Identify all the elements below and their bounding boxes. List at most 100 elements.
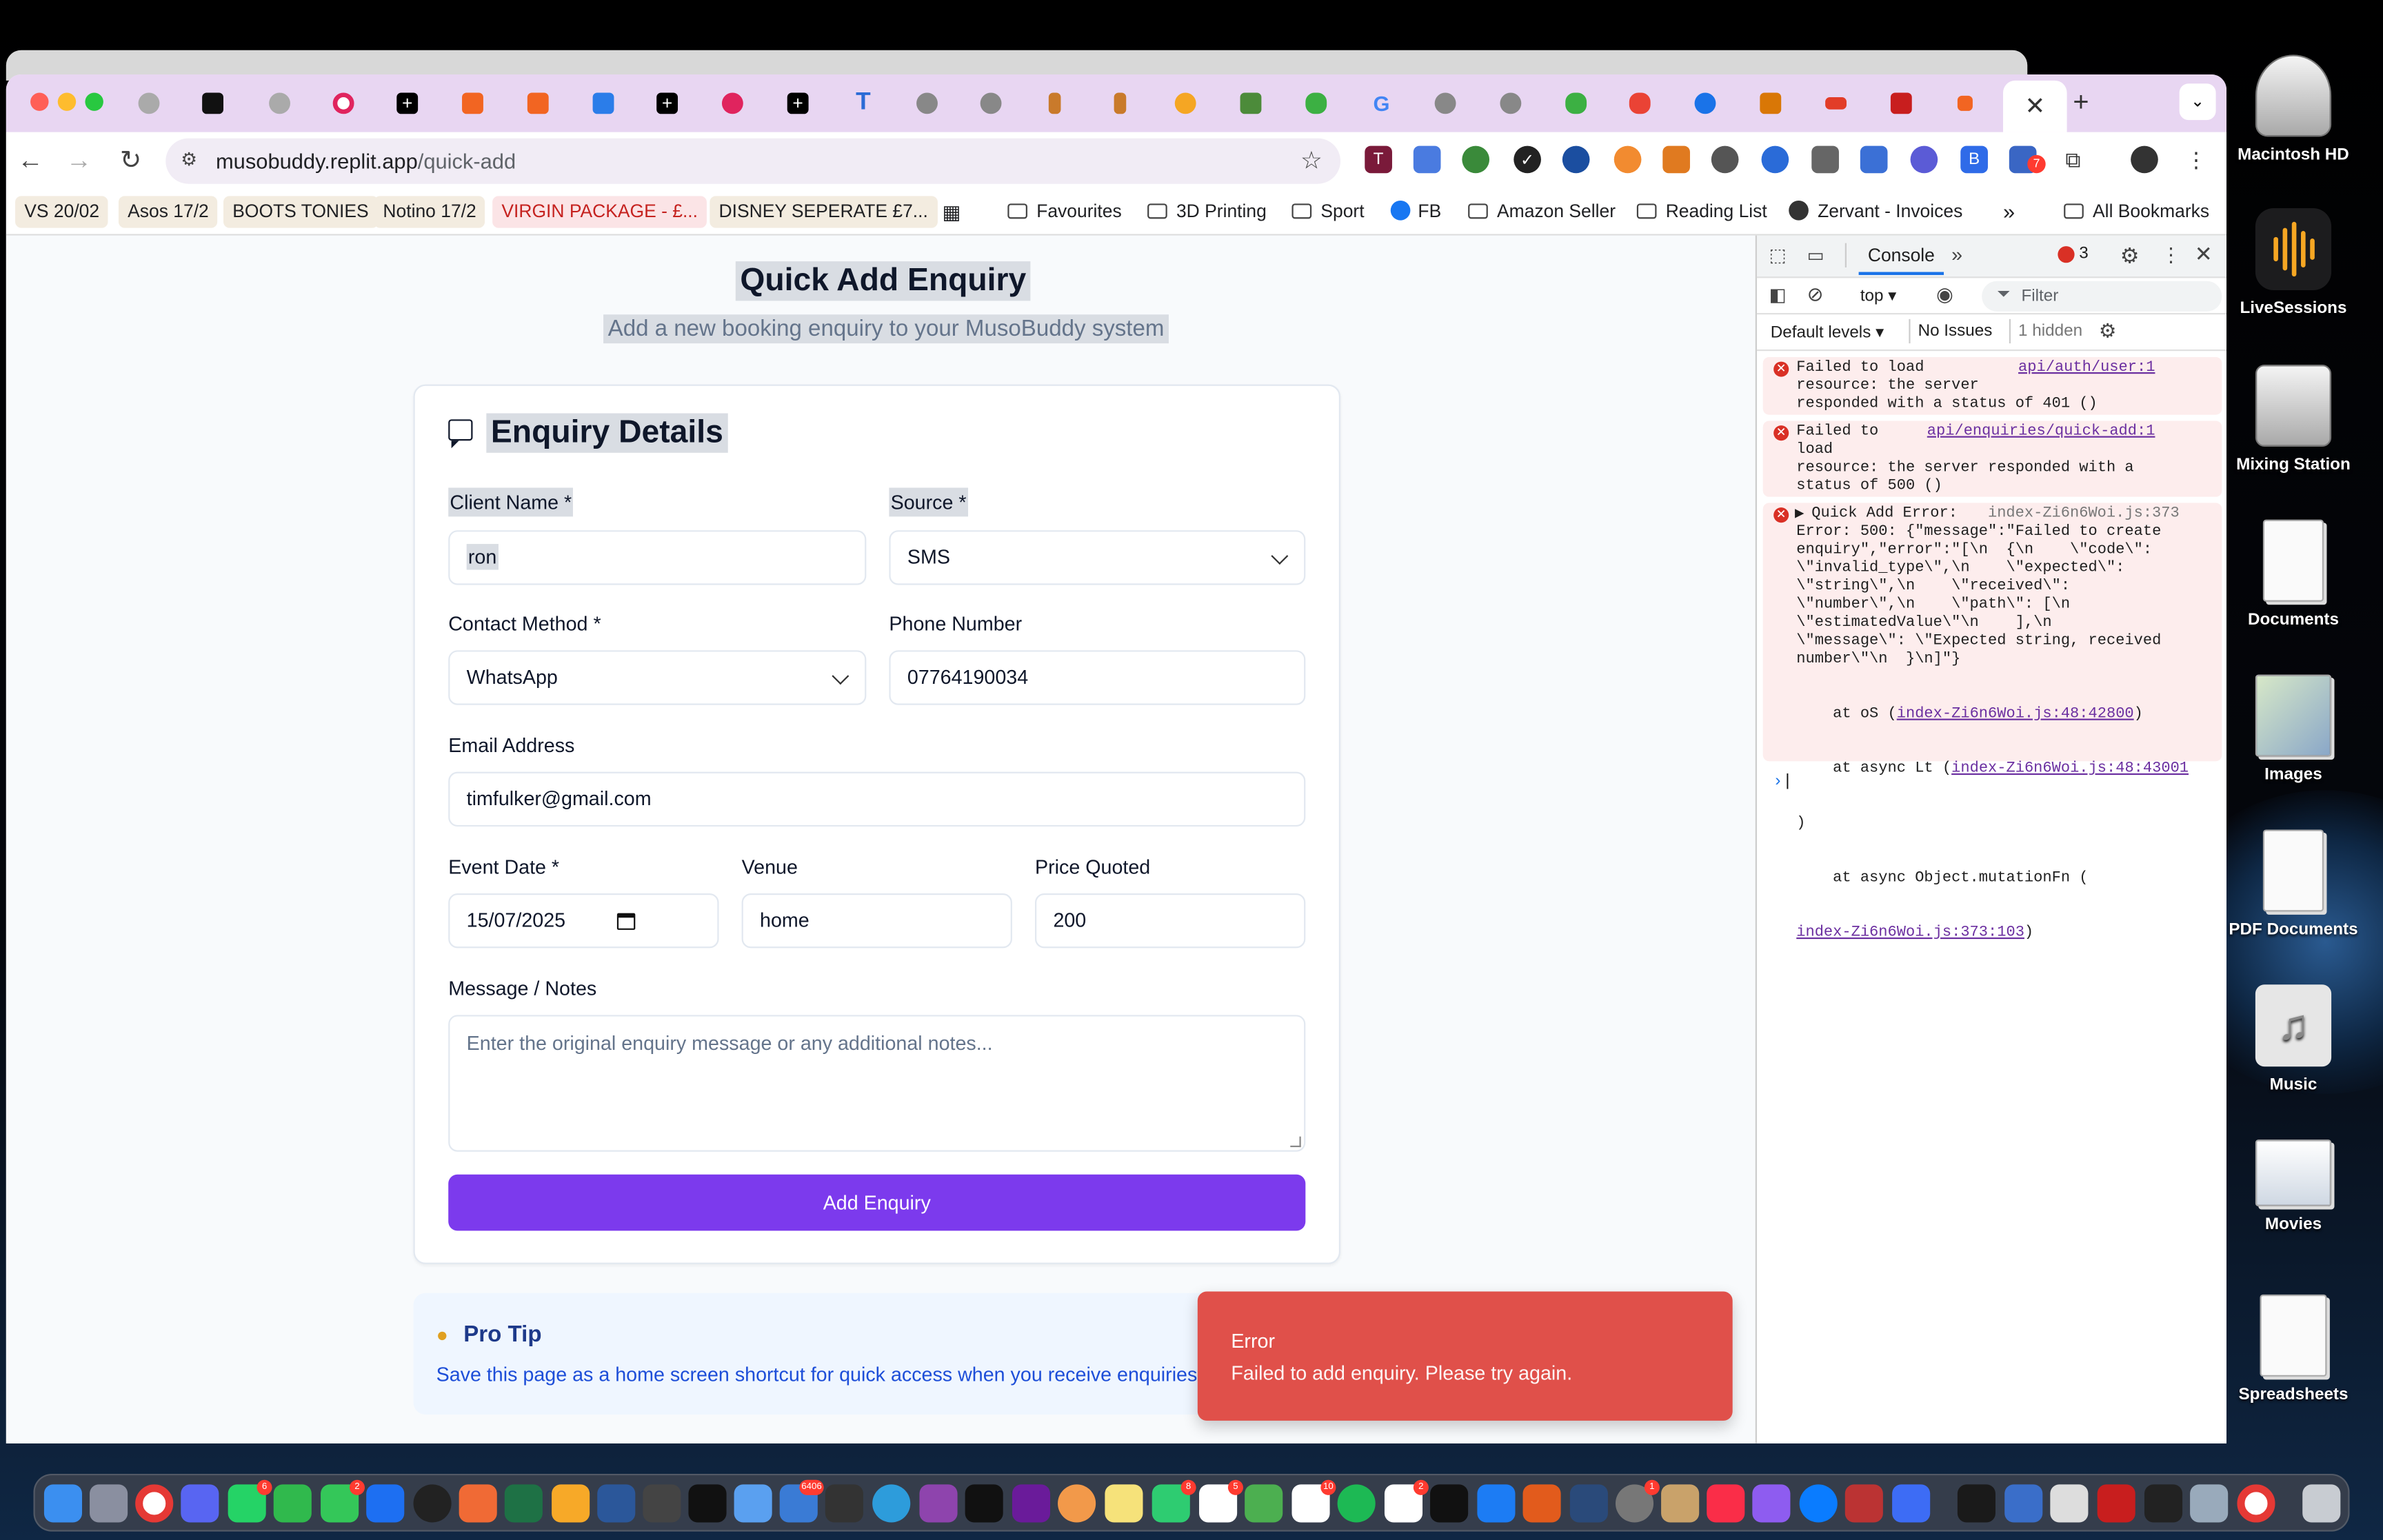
xcode-icon[interactable] bbox=[1477, 1484, 1516, 1523]
bookmark-item[interactable]: DISNEY SEPERATE £7... bbox=[710, 196, 938, 228]
desktop-item-movies[interactable]: Movies bbox=[2228, 1139, 2359, 1234]
console-settings-gear-icon[interactable]: ⚙ bbox=[2099, 319, 2117, 343]
contact-method-select[interactable]: WhatsApp bbox=[448, 650, 867, 705]
price-input[interactable]: 200 bbox=[1034, 893, 1306, 949]
notes-icon[interactable] bbox=[1105, 1484, 1143, 1523]
tab-26[interactable] bbox=[1740, 88, 1801, 119]
discord-icon[interactable] bbox=[181, 1484, 219, 1523]
desktop-item-mixing-station[interactable]: Mixing Station bbox=[2228, 364, 2359, 474]
extension-gear-icon[interactable] bbox=[1910, 145, 1938, 174]
settings-gear-icon[interactable]: ⚙ bbox=[2120, 243, 2140, 269]
site-info-icon[interactable]: ⚙ bbox=[181, 149, 197, 170]
chrome-icon[interactable] bbox=[135, 1484, 174, 1523]
calendar-icon[interactable] bbox=[616, 913, 636, 930]
tab-23[interactable] bbox=[1546, 88, 1607, 119]
tab-25[interactable] bbox=[1675, 88, 1736, 119]
bookmark-item[interactable]: BOOTS TONIES bbox=[223, 196, 378, 228]
tab-14[interactable] bbox=[961, 88, 1021, 119]
more-tabs-chevron-icon[interactable]: » bbox=[1951, 243, 1962, 266]
extension-record-icon[interactable] bbox=[1761, 145, 1789, 174]
forward-arrow-icon[interactable]: → bbox=[64, 146, 94, 176]
spotify-icon[interactable] bbox=[1337, 1484, 1376, 1523]
music-icon[interactable] bbox=[1707, 1484, 1745, 1523]
bookmark-folder[interactable]: Favourites bbox=[998, 196, 1131, 227]
activity-icon[interactable] bbox=[1569, 1484, 1608, 1523]
display-app-icon[interactable] bbox=[2004, 1484, 2043, 1523]
extension-grid-icon[interactable]: 7 bbox=[2009, 145, 2046, 174]
calendar-2-icon[interactable]: 10 bbox=[1291, 1479, 1336, 1523]
extension-home-icon[interactable] bbox=[1662, 145, 1690, 174]
source-select[interactable]: SMS bbox=[889, 530, 1306, 585]
bookmark-item[interactable]: Asos 17/2 bbox=[118, 196, 219, 228]
extension-cross-icon[interactable] bbox=[1562, 145, 1590, 174]
extension-t-icon[interactable]: T bbox=[1365, 145, 1392, 174]
tab-20[interactable]: G bbox=[1351, 88, 1411, 119]
chatgpt-icon[interactable] bbox=[413, 1484, 452, 1523]
extension-circle-icon[interactable] bbox=[1613, 145, 1642, 174]
extension-b-icon[interactable]: B bbox=[1960, 145, 1988, 174]
desktop-item-livesessions[interactable]: LiveSessions bbox=[2228, 207, 2359, 318]
tab-10[interactable] bbox=[702, 88, 763, 119]
minimize-window-button[interactable] bbox=[57, 92, 77, 111]
bookmark-item[interactable]: VS 20/02 bbox=[15, 196, 109, 228]
reload-icon[interactable]: ↻ bbox=[116, 146, 146, 176]
tab-21[interactable] bbox=[1415, 88, 1476, 119]
resize-handle-icon[interactable] bbox=[1290, 1136, 1301, 1148]
context-select[interactable]: top ▾ bbox=[1860, 285, 1897, 305]
bookmark-item[interactable]: Zervant - Invoices bbox=[1780, 196, 1972, 227]
bookmark-folder[interactable]: 3D Printing bbox=[1138, 196, 1276, 227]
tab-search-chevron-icon[interactable]: ⌄ bbox=[2179, 83, 2216, 121]
extension-check-icon[interactable]: ✓ bbox=[1514, 145, 1541, 174]
source-link[interactable]: api/enquiries/quick-add:1 bbox=[1927, 424, 2155, 442]
tab-6[interactable] bbox=[442, 88, 503, 119]
bookmark-folder[interactable]: All Bookmarks bbox=[2055, 196, 2218, 227]
address-bar[interactable]: ⚙ musobuddy.replit.app/quick-add ☆ bbox=[165, 138, 1341, 184]
facetime-icon[interactable]: 8 bbox=[1152, 1479, 1196, 1523]
tab-1[interactable] bbox=[119, 88, 179, 119]
zoom-window-button[interactable] bbox=[85, 92, 103, 111]
back-arrow-icon[interactable]: ← bbox=[15, 146, 46, 176]
replit-dock-icon[interactable] bbox=[2144, 1484, 2183, 1523]
error-toast[interactable]: Error Failed to add enquiry. Please try … bbox=[1197, 1291, 1733, 1421]
tab-7[interactable] bbox=[507, 88, 568, 119]
tab-9[interactable]: + bbox=[637, 88, 698, 119]
tab-4[interactable] bbox=[313, 88, 374, 119]
tab-16[interactable] bbox=[1089, 88, 1150, 119]
bookmark-star-icon[interactable]: ☆ bbox=[1300, 146, 1323, 176]
maps-icon[interactable] bbox=[1245, 1484, 1283, 1523]
venue-input[interactable]: home bbox=[741, 893, 1012, 949]
tab-2[interactable] bbox=[182, 88, 243, 119]
claude-icon[interactable] bbox=[459, 1484, 497, 1523]
new-tab-button[interactable]: + bbox=[2073, 87, 2089, 119]
chrome-2-icon[interactable] bbox=[2237, 1484, 2275, 1523]
sidebar-toggle-icon[interactable]: ◧ bbox=[1769, 284, 1787, 305]
extension-chart-icon[interactable] bbox=[1413, 145, 1441, 174]
console-prompt[interactable]: › | bbox=[1775, 772, 1789, 790]
event-date-input[interactable]: 15/07/2025 bbox=[448, 893, 719, 949]
numbers-icon[interactable] bbox=[273, 1484, 312, 1523]
messenger-icon[interactable] bbox=[1799, 1484, 1838, 1523]
desktop-item-music[interactable]: ♫ Music bbox=[2228, 984, 2359, 1094]
eye-icon[interactable]: ◉ bbox=[1936, 283, 1953, 307]
error-count[interactable]: 3 bbox=[2079, 245, 2089, 263]
testflight-icon[interactable]: 6406 bbox=[779, 1479, 824, 1523]
tab-5[interactable]: + bbox=[377, 88, 438, 119]
bookmark-item[interactable]: FB bbox=[1382, 196, 1451, 227]
scanner-icon[interactable] bbox=[2050, 1484, 2089, 1523]
device-toolbar-icon[interactable]: ▭ bbox=[1807, 245, 1824, 266]
tab-15[interactable] bbox=[1025, 88, 1085, 119]
stack-link[interactable]: index-Zi6n6Woi.js:48:43001 bbox=[1951, 761, 2189, 778]
claquette-icon[interactable] bbox=[825, 1484, 863, 1523]
tab-18[interactable] bbox=[1220, 88, 1281, 119]
inspect-element-icon[interactable]: ⬚ bbox=[1769, 245, 1787, 266]
utility-icon[interactable] bbox=[643, 1484, 681, 1523]
stack-link[interactable]: index-Zi6n6Woi.js:373:103 bbox=[1796, 925, 2024, 942]
tab-28[interactable] bbox=[1871, 88, 1931, 119]
bookmark-item[interactable]: VIRGIN PACKAGE - £... bbox=[492, 196, 707, 228]
tab-3[interactable] bbox=[249, 88, 310, 119]
tr-app-icon[interactable] bbox=[965, 1484, 1003, 1523]
desktop-item-images[interactable]: Images bbox=[2228, 674, 2359, 784]
finder-icon[interactable] bbox=[43, 1484, 83, 1523]
hexagon-app-icon[interactable] bbox=[1522, 1484, 1561, 1523]
messages-icon[interactable]: 2 bbox=[321, 1479, 365, 1523]
